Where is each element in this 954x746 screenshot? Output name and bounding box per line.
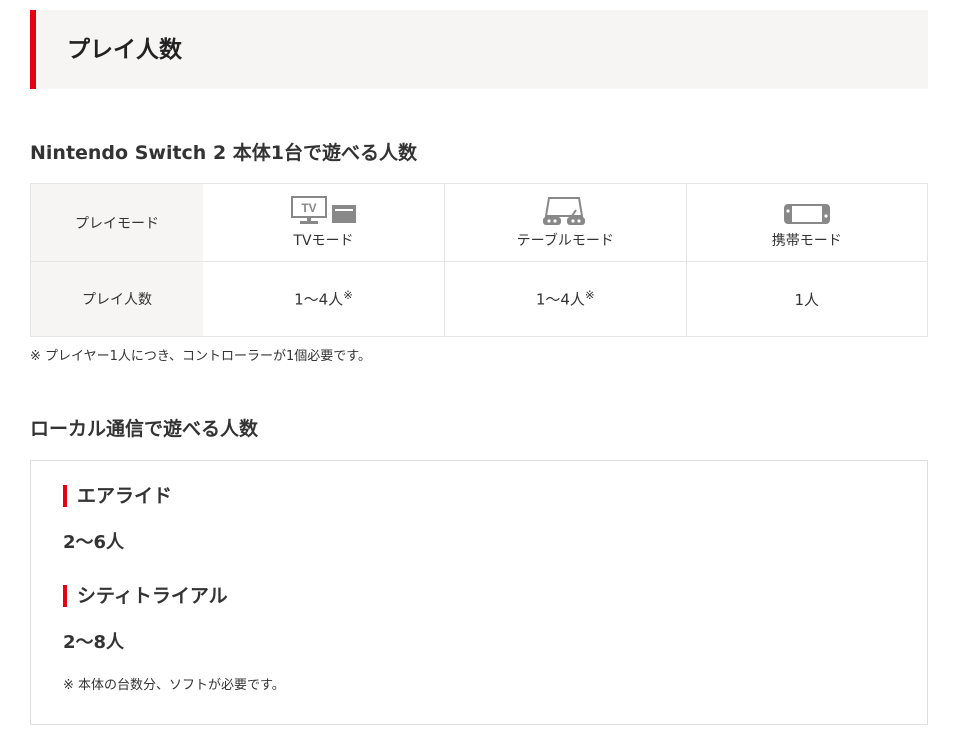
player-count-tabletop: 1〜4人 [535,290,585,309]
row-label-player-count: プレイ人数 [30,261,203,337]
controller-note: ※ プレイヤー1人につき、コントローラーが1個必要です。 [30,349,371,364]
player-count-city-trial: 2〜8人 [63,632,125,653]
mode-label-handheld: 携帯モード [771,232,842,249]
count-cell-tabletop: 1〜4人※ [444,261,687,337]
mode-label-tabletop: テーブルモード [516,232,614,249]
player-count-tv: 1〜4人 [294,290,344,309]
table-row-player-count: プレイ人数 1〜4人※ 1〜4人※ 1人 [30,261,928,337]
player-count-air-ride: 2〜6人 [63,532,125,553]
table-row-modes: プレイモード TV TVモード テーブルモード 携帯モード [30,183,928,262]
page-title: プレイ人数 [67,37,182,63]
mode-cell-tabletop: テーブルモード [444,183,687,262]
software-note: ※ 本体の台数分、ソフトが必要です。 [63,678,285,693]
row-label-play-mode: プレイモード [30,183,203,262]
svg-text:TV: TV [301,201,316,215]
mode-label-tv: TVモード [293,232,354,249]
section-title-local-wireless: ローカル通信で遊べる人数 [30,418,259,440]
section-title-single-console: Nintendo Switch 2 本体1台で遊べる人数 [30,142,417,164]
note-mark: ※ [584,288,595,303]
game-title-city-trial: シティトライアル [63,585,228,607]
note-mark: ※ [343,288,353,303]
page-header: プレイ人数 [30,10,928,89]
local-play-box: エアライド 2〜6人 シティトライアル 2〜8人 ※ 本体の台数分、ソフトが必要… [30,460,928,725]
tabletop-mode-icon [543,196,586,225]
mode-cell-handheld: 携帯モード [685,183,928,262]
game-title-air-ride: エアライド [63,485,172,507]
play-mode-table: プレイモード TV TVモード テーブルモード 携帯モード プレイ人数 1〜4人… [30,183,928,337]
player-count-handheld: 1人 [794,290,820,309]
count-cell-handheld: 1人 [685,261,928,337]
handheld-mode-icon [783,203,830,224]
mode-cell-tv: TV TVモード [203,183,445,262]
tv-mode-icon: TV [290,195,356,224]
count-cell-tv: 1〜4人※ [203,261,445,337]
